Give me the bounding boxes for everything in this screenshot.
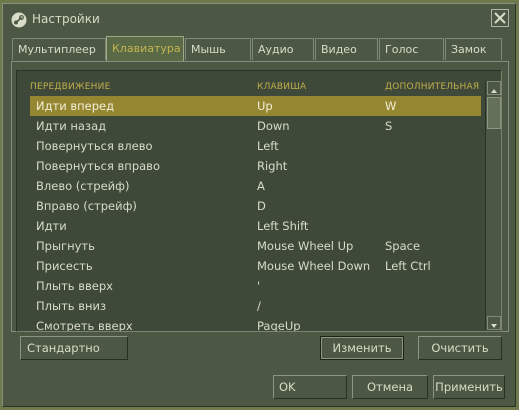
key-cell: Mouse Wheel Down xyxy=(257,259,371,273)
arrow-down-icon xyxy=(491,324,497,328)
key-cell: Down xyxy=(257,119,290,133)
tab-lock[interactable]: Замок xyxy=(445,38,502,60)
tab-video[interactable]: Видео xyxy=(315,38,378,60)
table-row[interactable]: Плыть вниз / xyxy=(30,296,481,316)
table-row[interactable]: Идти назад Down S xyxy=(30,116,481,136)
table-row[interactable]: Идти Left Shift xyxy=(30,216,481,236)
key-cell: / xyxy=(257,299,261,313)
key-cell: Right xyxy=(257,159,288,173)
title-bar[interactable]: Настройки xyxy=(3,4,515,34)
action-cell: Прыгнуть xyxy=(36,239,95,253)
column-header-key[interactable]: КЛАВИША xyxy=(257,82,306,92)
edit-button[interactable]: Изменить xyxy=(320,336,404,360)
alt-key-cell: S xyxy=(385,119,393,133)
scroll-down-button[interactable] xyxy=(487,316,501,330)
table-row[interactable]: Прыгнуть Mouse Wheel Up Space xyxy=(30,236,481,256)
key-cell: ' xyxy=(257,279,261,293)
action-cell: Повернуться влево xyxy=(36,139,153,153)
tab-multiplayer[interactable]: Мультиплеер xyxy=(12,38,106,60)
action-cell: Плыть вниз xyxy=(36,299,107,313)
column-header-action[interactable]: ПЕРЕДВИЖЕНИЕ xyxy=(30,82,110,92)
scroll-up-button[interactable] xyxy=(487,81,501,95)
scroll-thumb[interactable] xyxy=(487,97,501,129)
action-cell: Вправо (стрейф) xyxy=(36,199,137,213)
action-cell: Идти xyxy=(36,219,67,233)
table-row[interactable]: Повернуться влево Left xyxy=(30,136,481,156)
vertical-scrollbar[interactable] xyxy=(485,81,501,330)
ok-button[interactable]: OK xyxy=(273,375,347,399)
key-cell: Left xyxy=(257,139,279,153)
action-cell: Повернуться вправо xyxy=(36,159,160,173)
settings-dialog: Настройки Мультиплеер Клавиатура Мышь Ау… xyxy=(2,3,516,407)
table-row[interactable]: Повернуться вправо Right xyxy=(30,156,481,176)
tab-strip: Мультиплеер Клавиатура Мышь Аудио Видео … xyxy=(12,36,515,61)
key-cell: Left Shift xyxy=(257,219,309,233)
key-cell: Mouse Wheel Up xyxy=(257,239,354,253)
key-cell: A xyxy=(257,179,265,193)
clear-button[interactable]: Очистить xyxy=(418,336,502,360)
arrow-up-icon xyxy=(491,89,497,93)
action-cell: Идти вперед xyxy=(36,99,115,113)
action-cell: Идти назад xyxy=(36,119,107,133)
default-button[interactable]: Стандартно xyxy=(20,336,128,360)
table-row[interactable]: Вправо (стрейф) D xyxy=(30,196,481,216)
key-cell: PageUp xyxy=(257,319,301,332)
tab-keyboard[interactable]: Клавиатура xyxy=(106,36,184,61)
key-cell: D xyxy=(257,199,266,213)
action-cell: Присесть xyxy=(36,259,93,273)
table-row[interactable]: Идти вперед Up W xyxy=(30,96,481,116)
table-row[interactable]: Присесть Mouse Wheel Down Left Ctrl xyxy=(30,256,481,276)
table-row[interactable]: Смотреть вверх PageUp xyxy=(30,316,481,332)
tab-voice[interactable]: Голос xyxy=(379,38,444,60)
alt-key-cell: Left Ctrl xyxy=(385,259,431,273)
action-cell: Влево (стрейф) xyxy=(36,179,130,193)
apply-button[interactable]: Применить xyxy=(433,375,505,399)
window-title: Настройки xyxy=(32,12,100,26)
tab-audio[interactable]: Аудио xyxy=(252,38,314,60)
key-cell: Up xyxy=(257,99,273,113)
alt-key-cell: Space xyxy=(385,239,421,253)
close-button[interactable] xyxy=(491,9,509,27)
action-cell: Смотреть вверх xyxy=(36,319,133,332)
table-row[interactable]: Влево (стрейф) A xyxy=(30,176,481,196)
cancel-button[interactable]: Отмена xyxy=(352,375,428,399)
close-icon xyxy=(494,12,506,24)
key-bindings-list[interactable]: ПЕРЕДВИЖЕНИЕ КЛАВИША ДОПОЛНИТЕЛЬНАЯ Идти… xyxy=(16,70,502,332)
tab-mouse[interactable]: Мышь xyxy=(185,38,251,60)
table-row[interactable]: Плыть вверх ' xyxy=(30,276,481,296)
column-header-alt[interactable]: ДОПОЛНИТЕЛЬНАЯ xyxy=(385,82,479,92)
steam-icon xyxy=(11,12,27,28)
action-cell: Плыть вверх xyxy=(36,279,113,293)
alt-key-cell: W xyxy=(385,99,397,113)
